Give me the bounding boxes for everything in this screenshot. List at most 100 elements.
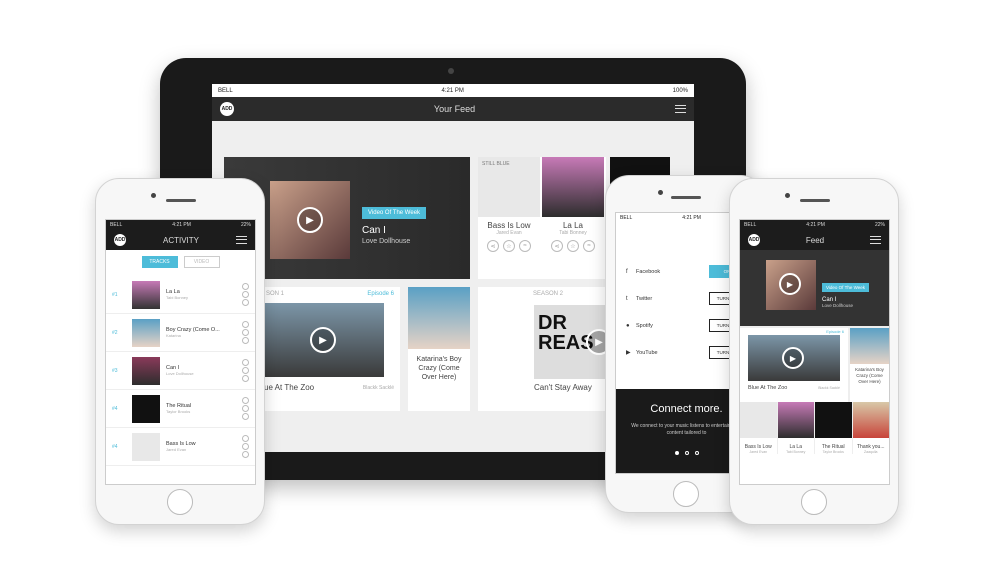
list-item[interactable]: #2 Boy Crazy (Come O... Katarina xyxy=(106,314,255,352)
rank-number: #3 xyxy=(112,367,118,374)
video-of-week-badge: Video Of The Week xyxy=(822,283,870,292)
activity-list: #1 La La Tabi Bonney #2 Boy Crazy (Come O… xyxy=(106,276,255,466)
video-thumbnail[interactable]: ▶ xyxy=(766,260,816,310)
track-title: Bass Is Low xyxy=(487,221,531,230)
list-item[interactable]: #3 Can I Love Dollhouse xyxy=(106,352,255,390)
track-card[interactable]: Bass Is Low Jared Evan xyxy=(740,402,777,454)
service-name: Spotify xyxy=(636,322,653,329)
status-battery: 100% xyxy=(672,87,688,94)
share-icon[interactable] xyxy=(242,359,249,366)
feed-nav-bar: ADD Feed xyxy=(740,230,889,250)
list-item[interactable]: #4 The Ritual Taylor Brooks xyxy=(106,390,255,428)
wave-icon[interactable] xyxy=(242,413,249,420)
feed-status-bar: BELL 4:21 PM 22% xyxy=(740,220,889,230)
share-icon[interactable] xyxy=(242,283,249,290)
track-artist: Love Dollhouse xyxy=(166,371,194,376)
track-card[interactable]: La La Tabi Bonney xyxy=(777,402,814,454)
wave-icon[interactable]: ≈ xyxy=(583,240,595,252)
page-dot[interactable] xyxy=(684,451,689,455)
track-thumbnail xyxy=(132,280,160,309)
ipad-status-bar: BELL 4:21 PM 100% xyxy=(212,84,694,97)
season-video-thumbnail[interactable]: ▶ xyxy=(264,303,384,377)
tab-tracks[interactable]: TRACKS xyxy=(141,256,178,268)
activity-screen: BELL 4:21 PM 22% ADD ACTIVITY TRACKS VID… xyxy=(105,219,256,485)
feed-phone: BELL 4:21 PM 22% ADD Feed ▶ Video Of The… xyxy=(729,178,899,525)
art-text: STILL BLUE xyxy=(482,161,510,167)
app-logo[interactable]: ADD xyxy=(114,234,126,246)
share-icon[interactable]: ⋖ xyxy=(551,240,563,252)
katarina-art xyxy=(408,287,470,349)
activity-status-bar: BELL 4:21 PM 22% xyxy=(106,220,255,230)
status-carrier: BELL xyxy=(620,215,633,221)
list-item[interactable]: #1 La La Tabi Bonney xyxy=(106,276,255,314)
track-art xyxy=(777,402,814,438)
home-button[interactable] xyxy=(167,489,193,515)
menu-icon[interactable] xyxy=(674,105,686,113)
page-dot[interactable] xyxy=(694,451,699,455)
phone-camera xyxy=(785,193,790,198)
katarina-card[interactable]: Katarina's Boy Crazy (Come Over Here) xyxy=(408,287,470,411)
play-icon[interactable]: ▶ xyxy=(782,347,804,369)
wave-icon[interactable]: ≈ xyxy=(519,240,531,252)
home-button[interactable] xyxy=(673,481,699,507)
track-card[interactable]: The Ritual Taylor Brooks xyxy=(815,402,852,454)
rank-number: #1 xyxy=(112,291,118,298)
star-icon[interactable]: ☆ xyxy=(567,240,579,252)
spotify-icon: ● xyxy=(626,322,630,329)
katarina-card[interactable]: Katarina's Boy Crazy (Come Over Here) xyxy=(850,328,889,402)
track-art-la-la[interactable] xyxy=(542,157,604,217)
track-artist: Zaaqulla xyxy=(864,450,878,454)
rank-number: #4 xyxy=(112,443,118,450)
status-battery: 22% xyxy=(240,222,251,228)
video-artist: Love Dollhouse xyxy=(362,238,411,245)
play-icon[interactable]: ▶ xyxy=(297,207,323,233)
track-thumbnail xyxy=(132,394,160,423)
ipad-nav-bar: ADD Your Feed xyxy=(212,97,694,121)
video-artist: Love Dollhouse xyxy=(822,303,854,308)
wave-icon[interactable] xyxy=(242,337,249,344)
track-cards-group: STILL BLUE Bass Is Low Jared Evan ⋖ ☆ ≈ La… xyxy=(478,157,606,279)
video-thumbnail[interactable]: ▶ xyxy=(270,181,350,259)
track-art xyxy=(852,402,889,438)
wave-icon[interactable] xyxy=(242,299,249,306)
service-name: Twitter xyxy=(636,295,653,302)
home-button[interactable] xyxy=(801,489,827,515)
phone-speaker xyxy=(671,196,701,199)
season-card[interactable]: Episode 6 ▶ Blue At The Zoo Blackk Sackl… xyxy=(740,328,848,402)
play-icon[interactable]: ▶ xyxy=(310,327,336,353)
feed-video-row: Episode 6 ▶ Blue At The Zoo Blackk Sackl… xyxy=(740,326,889,402)
share-icon[interactable] xyxy=(242,321,249,328)
track-art xyxy=(815,402,852,438)
star-icon[interactable] xyxy=(242,405,249,412)
season-2-art[interactable]: DR REAS ▶ xyxy=(534,305,614,379)
wave-icon[interactable] xyxy=(242,451,249,458)
track-artist: Katarina xyxy=(166,333,181,338)
page-title: Feed xyxy=(805,235,825,245)
menu-icon[interactable] xyxy=(235,236,247,244)
star-icon[interactable]: ☆ xyxy=(503,240,515,252)
star-icon[interactable] xyxy=(242,329,249,336)
share-icon[interactable]: ⋖ xyxy=(487,240,499,252)
share-icon[interactable] xyxy=(242,435,249,442)
app-logo[interactable]: ADD xyxy=(748,234,760,246)
page-dot-active[interactable] xyxy=(674,451,679,455)
track-card[interactable]: Thank you... Zaaqulla xyxy=(852,402,889,454)
star-icon[interactable] xyxy=(242,443,249,450)
list-item[interactable]: #4 Bass Is Low Jared Evan xyxy=(106,428,255,466)
star-icon[interactable] xyxy=(242,291,249,298)
star-icon[interactable] xyxy=(242,367,249,374)
app-logo[interactable]: ADD xyxy=(220,102,234,116)
tab-video[interactable]: VIDEO xyxy=(183,256,220,268)
track-art-bass-is-low[interactable]: STILL BLUE xyxy=(478,157,540,217)
video-of-week-card[interactable]: ▶ Video Of The Week Can I Love Dollhouse xyxy=(740,250,889,326)
season-card[interactable]: SON 1 Episode 6 ▶ ue At The Zoo Blackk S… xyxy=(260,287,400,411)
feed-track-row: Bass Is Low Jared Evan La La Tabi Bonney… xyxy=(740,402,889,454)
season-2-card[interactable]: SEASON 2 DR REAS ▶ Can't Stay Away xyxy=(478,287,618,411)
play-icon[interactable]: ▶ xyxy=(779,273,801,295)
share-icon[interactable] xyxy=(242,397,249,404)
episode-label: Episode 6 xyxy=(367,291,394,297)
phone-camera xyxy=(658,190,663,195)
season-video-thumbnail[interactable]: ▶ xyxy=(748,335,840,381)
wave-icon[interactable] xyxy=(242,375,249,382)
menu-icon[interactable] xyxy=(869,236,881,244)
